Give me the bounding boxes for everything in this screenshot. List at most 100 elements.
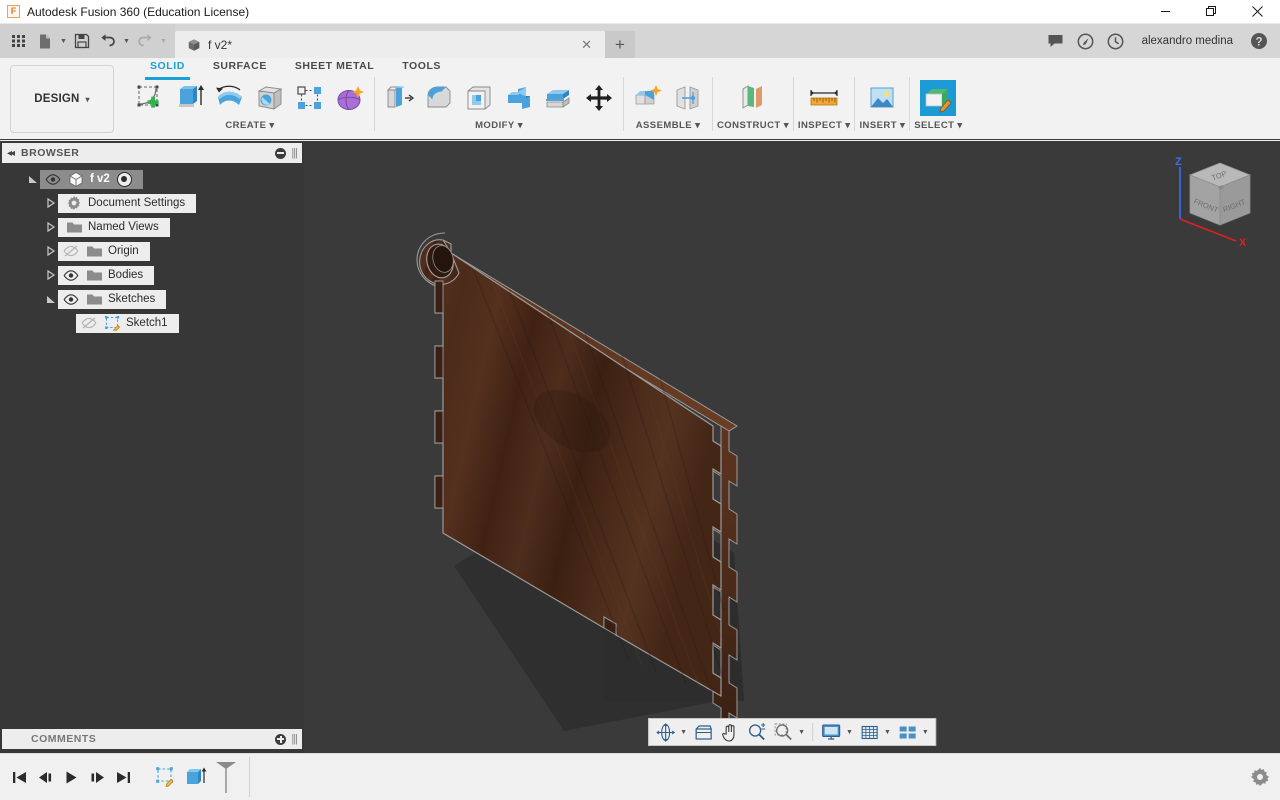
expander-collapsed-icon[interactable] xyxy=(44,191,58,215)
tree-node-chip[interactable]: Origin xyxy=(58,241,150,261)
collapse-browser-button[interactable]: ◂◂ xyxy=(7,148,15,159)
chevron-down-icon[interactable]: ▼ xyxy=(679,729,690,736)
revolve-button[interactable] xyxy=(210,78,250,118)
visibility-eye-hidden-icon[interactable] xyxy=(58,242,84,261)
measure-button[interactable] xyxy=(804,78,844,118)
panel-select-label[interactable]: SELECT ▾ xyxy=(914,120,962,131)
go-to-beginning-button[interactable] xyxy=(7,764,31,790)
viewports-button[interactable] xyxy=(894,720,921,744)
visibility-eye-icon[interactable] xyxy=(40,170,66,189)
new-file-caret[interactable]: ▼ xyxy=(58,28,69,54)
tree-node-chip[interactable]: Bodies xyxy=(58,265,155,285)
tab-surface[interactable]: SURFACE xyxy=(199,58,281,77)
combine-button[interactable] xyxy=(499,78,539,118)
panel-modify-label[interactable]: MODIFY ▾ xyxy=(475,120,523,131)
user-account-name[interactable]: alexandro medina xyxy=(1131,35,1244,47)
close-window-button[interactable] xyxy=(1234,0,1280,24)
new-component-button[interactable] xyxy=(628,78,668,118)
expander-expanded-icon[interactable] xyxy=(26,167,40,191)
viewport-canvas[interactable]: Z X TOP FRONT RIGHT ▼ ▼ ▼ ▼ ▼ xyxy=(304,141,1280,753)
panel-construct-label[interactable]: CONSTRUCT ▾ xyxy=(717,120,789,131)
maximize-button[interactable] xyxy=(1188,0,1234,24)
chevron-down-icon[interactable]: ▼ xyxy=(883,729,894,736)
help-button[interactable]: ? xyxy=(1244,26,1274,56)
model-3d-view[interactable] xyxy=(304,141,1280,753)
tree-node-document-settings[interactable]: Document Settings xyxy=(0,191,304,215)
minimize-button[interactable] xyxy=(1142,0,1188,24)
job-status-button[interactable] xyxy=(1071,26,1101,56)
comments-button[interactable] xyxy=(1041,26,1071,56)
move-copy-button[interactable] xyxy=(579,78,619,118)
undo-button[interactable] xyxy=(95,28,121,54)
timeline-marker[interactable] xyxy=(213,757,239,797)
timeline-feature-extrude[interactable] xyxy=(181,760,211,794)
document-tab-close-button[interactable]: ✕ xyxy=(578,37,595,53)
insert-button[interactable] xyxy=(862,78,902,118)
panel-create-label[interactable]: CREATE ▾ xyxy=(225,120,274,131)
tree-node-origin[interactable]: Origin xyxy=(0,239,304,263)
timeline-settings-button[interactable] xyxy=(1240,757,1280,797)
orbit-button[interactable] xyxy=(652,720,679,744)
step-forward-button[interactable] xyxy=(85,764,109,790)
tree-node-root[interactable]: f v2 xyxy=(0,167,304,191)
resize-grip-icon[interactable]: ||| xyxy=(291,733,298,745)
chevron-down-icon[interactable]: ▼ xyxy=(921,729,932,736)
redo-caret[interactable]: ▼ xyxy=(158,28,169,54)
fit-button[interactable] xyxy=(770,720,797,744)
expander-expanded-icon[interactable] xyxy=(44,287,58,311)
form-button[interactable] xyxy=(330,78,370,118)
visibility-eye-icon[interactable] xyxy=(58,290,84,309)
select-button[interactable] xyxy=(918,78,958,118)
tree-node-chip[interactable]: Document Settings xyxy=(58,193,197,213)
undo-caret[interactable]: ▼ xyxy=(121,28,132,54)
tree-node-sketch1[interactable]: Sketch1 xyxy=(0,311,304,335)
fillet-button[interactable] xyxy=(419,78,459,118)
visibility-eye-hidden-icon[interactable] xyxy=(76,314,102,333)
go-to-end-button[interactable] xyxy=(111,764,135,790)
expander-collapsed-icon[interactable] xyxy=(44,215,58,239)
pattern-button[interactable] xyxy=(290,78,330,118)
tree-node-bodies[interactable]: Bodies xyxy=(0,263,304,287)
pan-button[interactable] xyxy=(717,720,743,744)
shell-button[interactable] xyxy=(459,78,499,118)
press-pull-button[interactable] xyxy=(379,78,419,118)
expander-collapsed-icon[interactable] xyxy=(44,239,58,263)
tab-solid[interactable]: SOLID xyxy=(136,58,199,80)
panel-inspect-label[interactable]: INSPECT ▾ xyxy=(798,120,851,131)
split-face-button[interactable] xyxy=(539,78,579,118)
construct-plane-button[interactable] xyxy=(733,78,773,118)
sweep-button[interactable] xyxy=(250,78,290,118)
tree-node-chip[interactable]: Named Views xyxy=(58,217,170,237)
activate-component-radio[interactable] xyxy=(116,171,132,187)
new-tab-button[interactable]: + xyxy=(605,31,635,58)
joint-button[interactable] xyxy=(668,78,708,118)
document-tab[interactable]: f v2* ✕ xyxy=(175,31,605,58)
expander-collapsed-icon[interactable] xyxy=(44,263,58,287)
extrude-button[interactable] xyxy=(170,78,210,118)
display-settings-button[interactable] xyxy=(817,720,845,744)
tab-tools[interactable]: TOOLS xyxy=(388,58,455,77)
timeline-feature-sketch[interactable] xyxy=(151,760,181,794)
app-grid-button[interactable] xyxy=(6,28,32,54)
resize-grip-icon[interactable]: ||| xyxy=(291,147,298,159)
tab-sheet-metal[interactable]: SHEET METAL xyxy=(281,58,388,77)
tree-node-sketches[interactable]: Sketches xyxy=(0,287,304,311)
view-cube-svg[interactable]: Z X TOP FRONT RIGHT xyxy=(1162,149,1270,253)
tree-node-chip[interactable]: Sketches xyxy=(58,289,167,309)
add-comment-button[interactable] xyxy=(275,733,287,745)
panel-assemble-label[interactable]: ASSEMBLE ▾ xyxy=(636,120,701,131)
tree-node-chip[interactable]: f v2 xyxy=(40,169,143,189)
play-button[interactable] xyxy=(59,764,83,790)
view-cube[interactable]: Z X TOP FRONT RIGHT xyxy=(1162,149,1270,253)
recent-activity-button[interactable] xyxy=(1101,26,1131,56)
chevron-down-icon[interactable]: ▼ xyxy=(845,729,856,736)
visibility-eye-icon[interactable] xyxy=(58,266,84,285)
create-sketch-button[interactable] xyxy=(130,78,170,118)
tree-node-chip[interactable]: Sketch1 xyxy=(76,313,179,333)
grid-snaps-button[interactable] xyxy=(856,720,883,744)
step-back-button[interactable] xyxy=(33,764,57,790)
redo-button[interactable] xyxy=(132,28,158,54)
zoom-button[interactable] xyxy=(743,720,770,744)
new-file-button[interactable] xyxy=(32,28,58,54)
workspace-switcher-button[interactable]: DESIGN ▾ xyxy=(10,65,114,133)
